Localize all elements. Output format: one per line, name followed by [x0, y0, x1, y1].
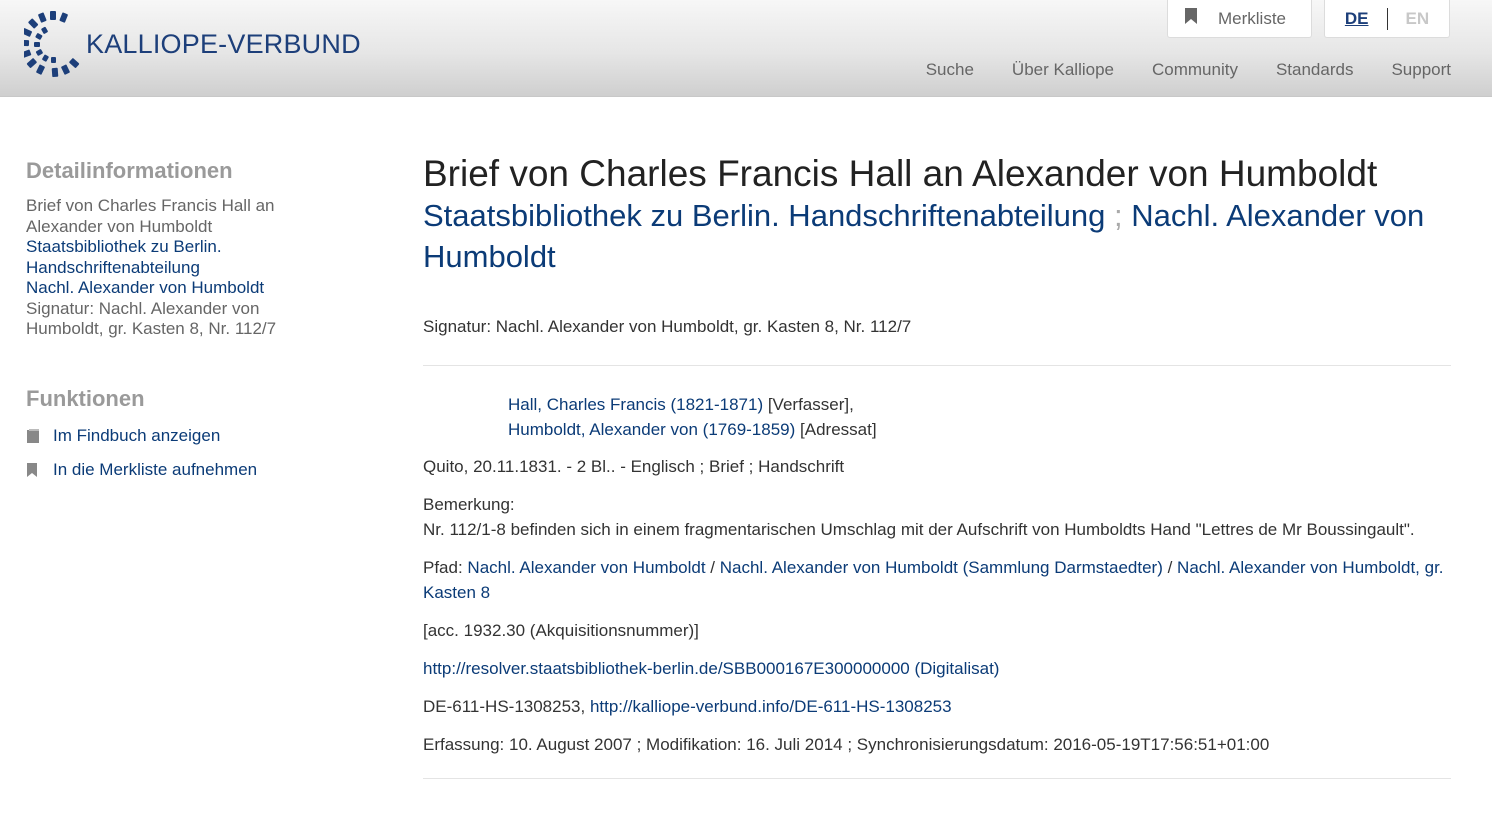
- detail-heading: Detailinformationen: [26, 158, 233, 183]
- identifier-prefix: DE-611-HS-1308253,: [423, 697, 590, 716]
- path-block: Pfad: Nachl. Alexander von Humboldt / Na…: [423, 555, 1451, 605]
- remark-text: Nr. 112/1-8 befinden sich in einem fragm…: [423, 520, 1415, 539]
- nav-community[interactable]: Community: [1152, 60, 1238, 80]
- remark-block: Bemerkung: Nr. 112/1-8 befinden sich in …: [423, 492, 1451, 542]
- person-humboldt-role: [Adressat]: [795, 420, 877, 439]
- path-link-2[interactable]: Nachl. Alexander von Humboldt (Sammlung …: [720, 558, 1163, 577]
- dates-text: Erfassung: 10. August 2007 ; Modifikatio…: [423, 735, 1270, 754]
- remark-label: Bemerkung:: [423, 495, 515, 514]
- page-subtitle: Staatsbibliothek zu Berlin. Handschrifte…: [423, 195, 1451, 277]
- sidebar: Detailinformationen Brief von Charles Fr…: [26, 158, 326, 480]
- bookmark-icon: [1184, 7, 1198, 30]
- page-title: Brief von Charles Francis Hall an Alexan…: [423, 153, 1378, 194]
- persons-list: Hall, Charles Francis (1821-1871) [Verfa…: [508, 392, 1451, 442]
- identifier-row: DE-611-HS-1308253, http://kalliope-verbu…: [423, 694, 1451, 719]
- book-icon: [26, 428, 53, 444]
- person-hall-link[interactable]: Hall, Charles Francis (1821-1871): [508, 395, 763, 414]
- description-text: Quito, 20.11.1831. - 2 Bl.. - Englisch ;…: [423, 457, 845, 476]
- lang-en-link[interactable]: EN: [1388, 9, 1448, 29]
- acc-text: [acc. 1932.30 (Akquisitionsnummer)]: [423, 621, 699, 640]
- divider: [423, 365, 1451, 366]
- digitalisat-link[interactable]: http://resolver.staatsbibliothek-berlin.…: [423, 659, 999, 678]
- divider: [423, 778, 1451, 779]
- site-header: KALLIOPE-VERBUND Merkliste DE EN Suche Ü…: [0, 0, 1492, 97]
- nav-support[interactable]: Support: [1391, 60, 1451, 80]
- language-switcher: DE EN: [1324, 0, 1450, 38]
- path-label: Pfad:: [423, 558, 468, 577]
- merkliste-button[interactable]: Merkliste: [1167, 0, 1312, 38]
- sidebar-institution-link[interactable]: Staatsbibliothek zu Berlin. Handschrifte…: [26, 237, 326, 278]
- detail-block: Brief von Charles Francis Hall an Alexan…: [26, 196, 326, 340]
- path-separator: /: [1162, 558, 1178, 577]
- signatur-text: Signatur: Nachl. Alexander von Humboldt,…: [423, 317, 912, 336]
- merkliste-label: Merkliste: [1218, 8, 1287, 28]
- path-separator: /: [705, 558, 720, 577]
- main-nav: Suche Über Kalliope Community Standards …: [888, 60, 1451, 80]
- func-findbuch-label[interactable]: Im Findbuch anzeigen: [53, 426, 220, 446]
- func-merkliste[interactable]: In die Merkliste aufnehmen: [26, 460, 326, 480]
- kalliope-logo-icon: [24, 11, 80, 78]
- person-row: Humboldt, Alexander von (1769-1859) [Adr…: [508, 417, 1451, 442]
- path-link-1[interactable]: Nachl. Alexander von Humboldt: [467, 558, 705, 577]
- nav-ueber-kalliope[interactable]: Über Kalliope: [1012, 60, 1114, 80]
- subtitle-separator: ;: [1114, 198, 1123, 233]
- subtitle-institution-link[interactable]: Staatsbibliothek zu Berlin. Handschrifte…: [423, 198, 1105, 233]
- nav-standards[interactable]: Standards: [1276, 60, 1354, 80]
- person-humboldt-link[interactable]: Humboldt, Alexander von (1769-1859): [508, 420, 795, 439]
- lang-de-link[interactable]: DE: [1327, 9, 1387, 29]
- nav-suche[interactable]: Suche: [926, 60, 974, 80]
- main-content: Brief von Charles Francis Hall an Alexan…: [423, 152, 1451, 779]
- func-merkliste-label[interactable]: In die Merkliste aufnehmen: [53, 460, 257, 480]
- digitalisat-row: http://resolver.staatsbibliothek-berlin.…: [423, 656, 1451, 681]
- detail-title: Brief von Charles Francis Hall an Alexan…: [26, 196, 275, 236]
- sidebar-signatur: Signatur: Nachl. Alexander von Humboldt,…: [26, 298, 277, 339]
- func-findbuch[interactable]: Im Findbuch anzeigen: [26, 426, 326, 446]
- identifier-link[interactable]: http://kalliope-verbund.info/DE-611-HS-1…: [590, 697, 952, 716]
- logo-text: KALLIOPE-VERBUND: [86, 28, 361, 59]
- person-row: Hall, Charles Francis (1821-1871) [Verfa…: [508, 392, 1451, 417]
- kalliope-logo[interactable]: KALLIOPE-VERBUND: [24, 9, 361, 79]
- sidebar-nachlass-link[interactable]: Nachl. Alexander von Humboldt: [26, 278, 326, 299]
- person-hall-role: [Verfasser],: [763, 395, 854, 414]
- bookmark-icon: [26, 462, 53, 478]
- functions-heading: Funktionen: [26, 385, 145, 411]
